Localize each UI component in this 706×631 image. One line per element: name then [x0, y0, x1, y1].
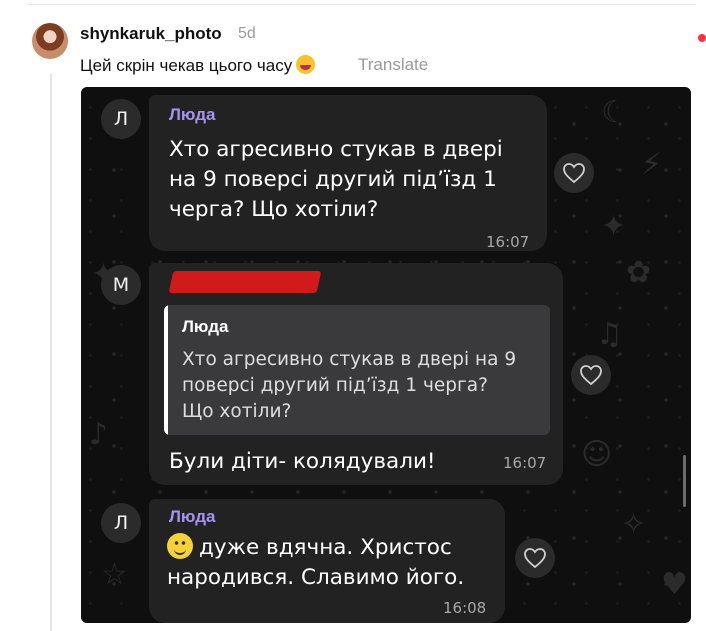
message-time: 16:07	[486, 233, 530, 251]
doodle-icon: ☺	[581, 437, 613, 472]
sender-avatar: М	[101, 265, 141, 305]
sender-name: Люда	[169, 105, 216, 124]
reply-author: Люда	[182, 317, 229, 336]
message-bubble: Люда Хто агресивно стукав в двері на 9 п…	[149, 263, 563, 485]
post-caption: Цей скрін чекав цього часу	[80, 55, 316, 76]
doodle-icon: ♥	[661, 567, 688, 602]
notification-dot	[698, 34, 706, 42]
reply-line: Хто агресивно стукав в двері на 9	[182, 349, 517, 370]
heart-outline-icon	[571, 355, 611, 395]
chat-screenshot-image[interactable]: ☾ ⚡ ✦ ✿ ♫ ☺ ✧ ✦ ♪ ☆ ♥ Л Люда Хто агресив…	[81, 87, 691, 623]
message-line: на 9 поверсі другий під’їзд 1	[169, 167, 497, 192]
reply-quote-bar	[164, 305, 168, 435]
message-line: Хто агресивно стукав в двері	[169, 137, 503, 162]
redacted-sender-name	[168, 271, 322, 293]
post-time: 5d	[238, 25, 256, 42]
reply-text: Хто агресивно стукав в двері на 9 поверс…	[182, 347, 527, 425]
message-line: черга? Що хотіли?	[169, 197, 379, 222]
reply-line: поверсі другий під’їзд 1 черга?	[182, 375, 488, 396]
doodle-icon: ♪	[89, 417, 109, 452]
doodle-icon: ♫	[596, 317, 623, 352]
message-line: дуже вдячна. Христос	[167, 533, 464, 563]
doodle-icon: ✦	[601, 209, 627, 244]
translate-link[interactable]: Translate	[358, 55, 428, 75]
doodle-icon: ✧	[621, 507, 647, 542]
laughing-face-emoji-icon	[296, 55, 316, 74]
message-bubble: Люда Хто агресивно стукав в двері на 9 п…	[149, 95, 547, 251]
reply-quote: Люда Хто агресивно стукав в двері на 9 п…	[164, 305, 550, 435]
message-text: Хто агресивно стукав в двері на 9 поверс…	[169, 135, 503, 225]
sender-avatar: Л	[101, 99, 141, 139]
doodle-icon: ☆	[101, 557, 128, 592]
message-line: народився. Славимо його.	[167, 565, 465, 590]
post-caption-text: Цей скрін чекав цього часу	[80, 56, 293, 75]
thread-line	[50, 74, 52, 631]
heart-outline-icon	[554, 153, 594, 193]
scrollbar	[683, 455, 686, 507]
sender-name: Люда	[169, 507, 216, 526]
message-text: Були діти- колядували!	[169, 449, 436, 474]
user-avatar[interactable]	[32, 23, 68, 59]
message-bubble: Люда дуже вдячна. Христос народився. Сла…	[149, 499, 505, 623]
sender-avatar: Л	[101, 503, 141, 543]
doodle-icon: ☾	[601, 95, 628, 130]
reply-line: Що хотіли?	[182, 401, 292, 422]
username-link[interactable]: shynkaruk_photo	[80, 24, 222, 44]
heart-outline-icon	[515, 538, 555, 578]
message-time: 16:08	[443, 599, 487, 617]
doodle-icon: ✿	[626, 255, 652, 290]
message-line-text: дуже вдячна. Христос	[199, 535, 452, 560]
smiling-face-emoji-icon	[167, 533, 193, 559]
message-time: 16:07	[503, 454, 547, 472]
doodle-icon: ⚡	[641, 147, 663, 182]
top-divider	[28, 4, 696, 5]
message-text: дуже вдячна. Христос народився. Славимо …	[167, 533, 464, 593]
